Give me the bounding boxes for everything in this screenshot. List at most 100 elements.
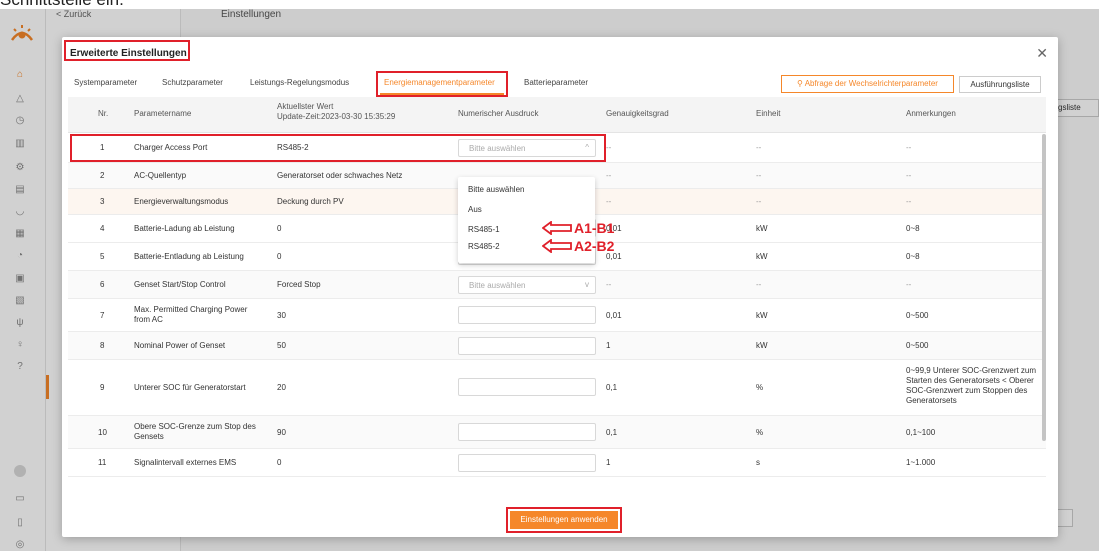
row-value: 0 <box>277 252 282 261</box>
annotation-a1-b1: A1-B1 <box>574 220 615 236</box>
row-unit: -- <box>756 143 762 152</box>
value-input[interactable] <box>458 423 596 441</box>
row-nr: 3 <box>100 197 105 206</box>
arrow-left-icon <box>542 221 572 235</box>
row-unit: s <box>756 458 760 467</box>
row-name: Energieverwaltungsmodus <box>134 197 229 206</box>
row-nr: 9 <box>100 383 105 392</box>
row-value: Deckung durch PV <box>277 197 344 206</box>
header-notes: Anmerkungen <box>906 109 956 118</box>
header-precision: Genauigkeitsgrad <box>606 109 669 118</box>
row-notes: 0~99,9 Unterer SOC-Grenzwert zum Starten… <box>906 366 1037 405</box>
execution-list-button[interactable]: Ausführungsliste <box>959 76 1041 93</box>
row-name: Signalintervall externes EMS <box>134 458 237 467</box>
row-unit: -- <box>756 197 762 206</box>
row-precision: -- <box>606 143 612 152</box>
dropdown-option[interactable]: Bitte auswählen <box>468 185 524 194</box>
row-nr: 5 <box>100 252 105 261</box>
row-value: Forced Stop <box>277 280 321 289</box>
genset-control-select[interactable]: Bitte auswählen v <box>458 276 596 294</box>
row-notes: 0~8 <box>906 252 920 261</box>
row-nr: 6 <box>100 280 105 289</box>
row-notes: -- <box>906 171 912 180</box>
advanced-settings-modal: Erweiterte Einstellungen ✕ Systemparamet… <box>62 37 1058 537</box>
header-unit: Einheit <box>756 109 781 118</box>
tab-power-control-mode[interactable]: Leistungs-Regelungsmodus <box>250 78 349 87</box>
tab-battery-parameters[interactable]: Batterieparameter <box>524 78 588 87</box>
row-name: Batterie-Entladung ab Leistung <box>134 252 244 261</box>
dropdown-option[interactable]: Aus <box>468 205 482 214</box>
row-unit: kW <box>756 341 768 350</box>
chevron-down-icon: v <box>585 280 589 289</box>
row-nr: 11 <box>98 458 107 467</box>
table-row: 11 Signalintervall externes EMS 0 1 s 1~… <box>68 449 1046 477</box>
row-unit: kW <box>756 252 768 261</box>
annotation-a2-b2: A2-B2 <box>574 238 615 254</box>
apply-settings-button[interactable]: Einstellungen anwenden <box>510 511 618 529</box>
row-value: Generatorset oder schwaches Netz <box>277 171 403 180</box>
row-value: 0 <box>277 458 282 467</box>
row-name: Batterie-Ladung ab Leistung <box>134 224 235 233</box>
row-unit: -- <box>756 280 762 289</box>
row-notes: -- <box>906 197 912 206</box>
row-notes: 0~8 <box>906 224 920 233</box>
row-name: Nominal Power of Genset <box>134 341 226 350</box>
row-name: AC-Quellentyp <box>134 171 187 180</box>
row-precision: 0,1 <box>606 383 618 392</box>
header-current-value-line1: Aktuellster Wert <box>277 102 334 111</box>
row-nr: 10 <box>98 428 107 437</box>
tab-system-parameters[interactable]: Systemparameter <box>74 78 137 87</box>
row-name: Max. Permitted Charging Power from AC <box>134 305 248 324</box>
dropdown-option[interactable]: RS485-1 <box>468 225 500 234</box>
row-notes: -- <box>906 280 912 289</box>
row-value: 90 <box>277 428 286 437</box>
row-nr: 8 <box>100 341 105 350</box>
row-value: 50 <box>277 341 286 350</box>
tab-protection-parameters[interactable]: Schutzparameter <box>162 78 223 87</box>
row-notes: 0,1~100 <box>906 428 936 437</box>
dropdown-option[interactable]: RS485-2 <box>468 242 500 251</box>
row-name: Obere SOC-Grenze zum Stop des Gensets <box>134 422 256 441</box>
row-nr: 2 <box>100 171 105 180</box>
select-placeholder: Bitte auswählen <box>469 281 526 290</box>
header-current-value: Aktuellster Wert Update-Zeit:2023-03-30 … <box>277 102 395 122</box>
arrow-left-icon <box>542 239 572 253</box>
search-icon: ⚲ <box>797 79 805 88</box>
query-button-label: Abfrage der Wechselrichterparameter <box>804 79 938 88</box>
highlight-row <box>70 134 606 162</box>
close-icon[interactable]: ✕ <box>1036 45 1048 62</box>
highlight-tab <box>376 71 508 97</box>
table-row: 8 Nominal Power of Genset 50 1 kW 0~500 <box>68 332 1046 360</box>
value-input[interactable] <box>458 306 596 324</box>
row-notes: 0~500 <box>906 341 929 350</box>
table-row: 7 Max. Permitted Charging Power from AC … <box>68 299 1046 332</box>
row-name: Genset Start/Stop Control <box>134 280 226 289</box>
row-value: 20 <box>277 383 286 392</box>
row-value: 0 <box>277 224 282 233</box>
row-precision: 0,1 <box>606 428 618 437</box>
table-row: 10 Obere SOC-Grenze zum Stop des Gensets… <box>68 416 1046 449</box>
value-input[interactable] <box>458 378 596 396</box>
table-row: 9 Unterer SOC für Generatorstart 20 0,1 … <box>68 360 1046 416</box>
row-precision: 1 <box>606 341 611 350</box>
value-input[interactable] <box>458 454 596 472</box>
table-row: 6 Genset Start/Stop Control Forced Stop … <box>68 271 1046 299</box>
row-unit: kW <box>756 311 768 320</box>
table-scrollbar[interactable] <box>1042 134 1046 441</box>
row-notes: 1~1.000 <box>906 458 936 467</box>
row-name: Unterer SOC für Generatorstart <box>134 383 246 392</box>
header-current-value-line2: Update-Zeit:2023-03-30 15:35:29 <box>277 112 396 121</box>
value-input[interactable] <box>458 337 596 355</box>
header-nr: Nr. <box>98 109 109 118</box>
modal-title: Erweiterte Einstellungen <box>70 48 187 59</box>
table-header: Nr. Parametername Aktuellster Wert Updat… <box>68 97 1046 133</box>
row-unit: % <box>756 428 764 437</box>
row-precision: -- <box>606 280 612 289</box>
row-nr: 7 <box>100 311 105 320</box>
row-precision: -- <box>606 171 612 180</box>
query-inverter-parameters-button[interactable]: ⚲ Abfrage der Wechselrichterparameter <box>781 75 954 93</box>
row-value: 30 <box>277 311 286 320</box>
row-notes: 0~500 <box>906 311 929 320</box>
row-precision: 1 <box>606 458 611 467</box>
row-unit: % <box>756 383 764 392</box>
